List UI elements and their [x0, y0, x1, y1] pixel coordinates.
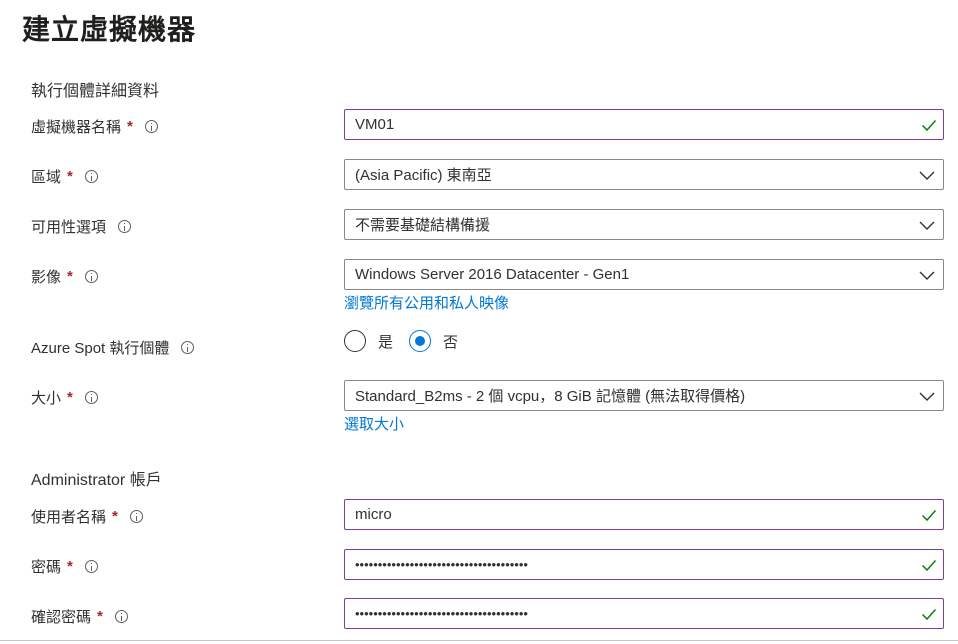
username-value: micro: [355, 506, 392, 523]
checkmark-icon: [921, 509, 937, 521]
required-marker: *: [67, 558, 73, 575]
chevron-down-icon: [919, 171, 935, 180]
select-size-link[interactable]: 選取大小: [344, 413, 404, 434]
divider: [0, 640, 958, 641]
vm-name-label-text: 虛擬機器名稱: [31, 119, 122, 136]
username-label-text: 使用者名稱: [31, 509, 107, 526]
confirm-password-input[interactable]: ••••••••••••••••••••••••••••••••••••••: [344, 598, 944, 629]
username-input[interactable]: micro: [344, 499, 944, 530]
spot-no-label: 否: [443, 333, 459, 351]
chevron-down-icon: [919, 221, 935, 230]
availability-label: 可用性選項: [31, 216, 132, 237]
radio-circle[interactable]: [344, 330, 366, 352]
checkmark-icon: [921, 559, 937, 571]
checkmark-icon: [921, 608, 937, 620]
browse-images-link[interactable]: 瀏覽所有公用和私人映像: [344, 292, 509, 313]
info-icon[interactable]: [114, 610, 128, 623]
admin-account-heading: Administrator 帳戶: [31, 472, 162, 489]
info-icon[interactable]: [118, 220, 132, 233]
required-marker: *: [67, 168, 73, 185]
chevron-down-icon: [919, 392, 935, 401]
region-value: (Asia Pacific) 東南亞: [355, 167, 492, 184]
info-icon[interactable]: [84, 270, 98, 283]
page-title: 建立虛擬機器: [22, 14, 197, 45]
region-dropdown[interactable]: (Asia Pacific) 東南亞: [344, 159, 944, 190]
spot-yes-radio[interactable]: 是: [344, 330, 393, 352]
info-icon[interactable]: [144, 120, 158, 133]
image-label-text: 影像: [31, 269, 62, 286]
spot-label-text: Azure Spot 執行個體: [31, 340, 170, 357]
checkmark-icon: [921, 119, 937, 131]
required-marker: *: [112, 508, 118, 525]
size-label-text: 大小: [31, 390, 62, 407]
availability-value: 不需要基礎結構備援: [355, 217, 491, 234]
region-label: 區域 *: [31, 166, 98, 187]
confirm-password-label: 確認密碼 *: [31, 606, 128, 627]
username-label: 使用者名稱 *: [31, 506, 143, 527]
info-icon[interactable]: [129, 510, 143, 523]
radio-circle-selected[interactable]: [409, 330, 431, 352]
required-marker: *: [67, 389, 73, 406]
confirm-password-value: ••••••••••••••••••••••••••••••••••••••: [355, 606, 528, 621]
required-marker: *: [127, 118, 133, 135]
size-dropdown[interactable]: Standard_B2ms - 2 個 vcpu，8 GiB 記憶體 (無法取得…: [344, 380, 944, 411]
info-icon[interactable]: [84, 170, 98, 183]
instance-details-heading: 執行個體詳細資料: [31, 83, 160, 100]
vm-name-value: VM01: [355, 116, 395, 133]
vm-name-label: 虛擬機器名稱 *: [31, 116, 158, 137]
info-icon[interactable]: [181, 341, 195, 354]
confirm-password-label-text: 確認密碼: [31, 609, 92, 626]
availability-label-text: 可用性選項: [31, 219, 107, 236]
radio-dot: [415, 336, 425, 346]
spot-yes-label: 是: [378, 333, 394, 351]
password-label: 密碼 *: [31, 556, 98, 577]
region-label-text: 區域: [31, 169, 62, 186]
required-marker: *: [97, 608, 103, 625]
size-label: 大小 *: [31, 387, 98, 408]
info-icon[interactable]: [84, 560, 98, 573]
availability-dropdown[interactable]: 不需要基礎結構備援: [344, 209, 944, 240]
image-label: 影像 *: [31, 266, 98, 287]
size-value: Standard_B2ms - 2 個 vcpu，8 GiB 記憶體 (無法取得…: [355, 388, 746, 405]
chevron-down-icon: [919, 271, 935, 280]
image-dropdown[interactable]: Windows Server 2016 Datacenter - Gen1: [344, 259, 944, 290]
password-value: ••••••••••••••••••••••••••••••••••••••: [355, 557, 528, 572]
password-input[interactable]: ••••••••••••••••••••••••••••••••••••••: [344, 549, 944, 580]
vm-name-input[interactable]: VM01: [344, 109, 944, 140]
required-marker: *: [67, 268, 73, 285]
image-value: Windows Server 2016 Datacenter - Gen1: [355, 266, 630, 283]
password-label-text: 密碼: [31, 559, 62, 576]
spot-no-radio[interactable]: 否: [409, 330, 458, 352]
spot-label: Azure Spot 執行個體: [31, 337, 195, 358]
info-icon[interactable]: [84, 391, 98, 404]
